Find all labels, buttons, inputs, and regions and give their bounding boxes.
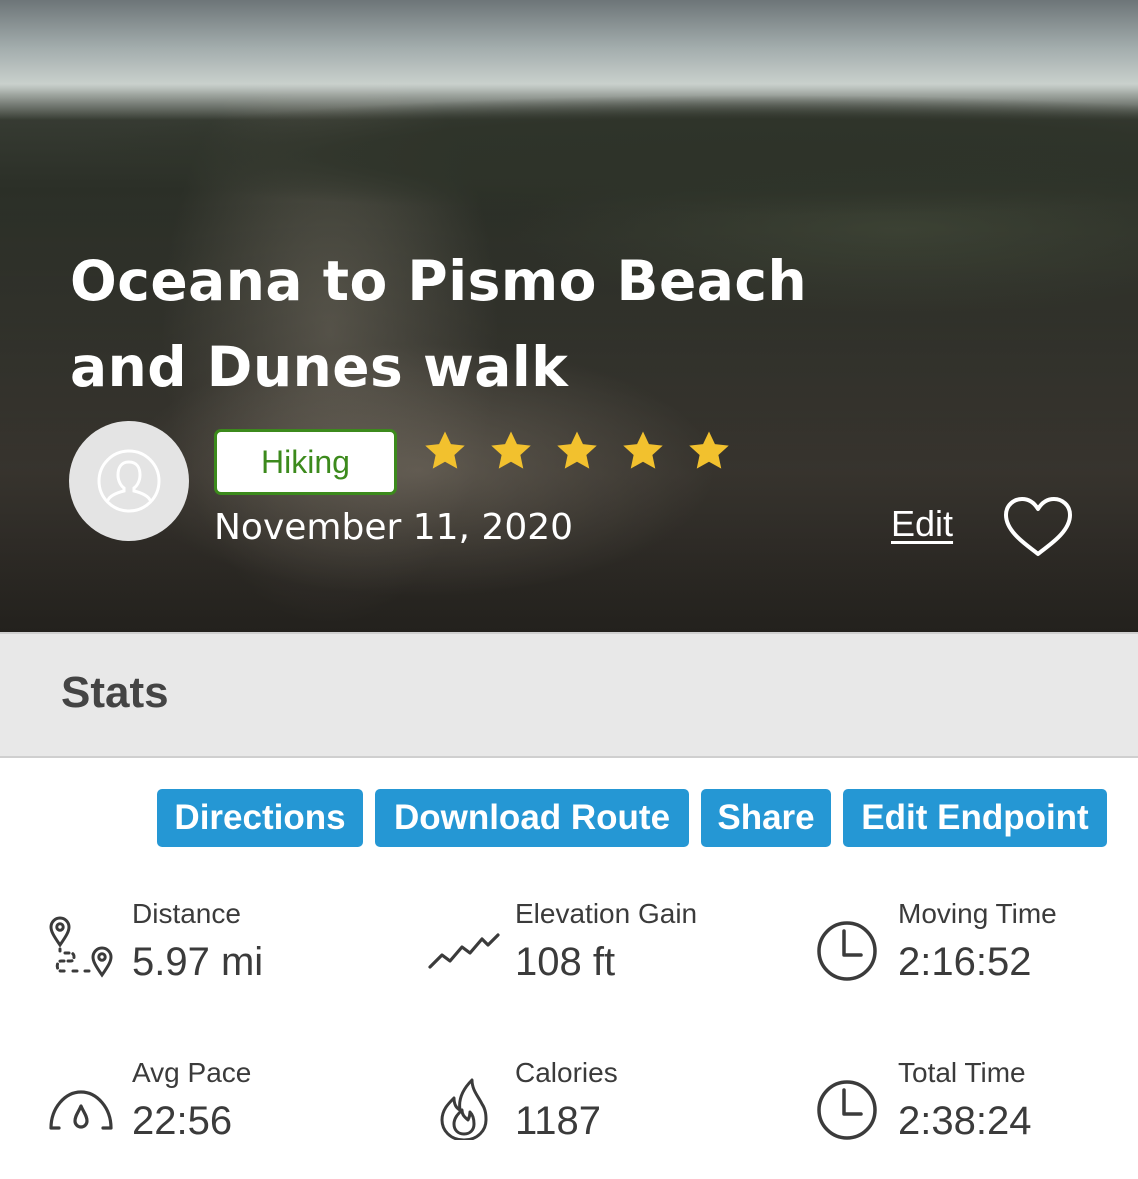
edit-endpoint-button[interactable]: Edit Endpoint xyxy=(843,789,1107,847)
hero-banner: Oceana to Pismo Beach and Dunes walk Hik… xyxy=(0,0,1138,632)
star-icon[interactable] xyxy=(488,428,534,474)
activity-date: November 11, 2020 xyxy=(214,507,574,548)
calories-label: Calories xyxy=(515,1057,618,1088)
stat-total-time: Total Time 2:38:24 xyxy=(811,1058,1138,1158)
star-icon[interactable] xyxy=(686,428,732,474)
stat-elevation-gain: Elevation Gain 108 ft xyxy=(428,899,788,999)
route-title: Oceana to Pismo Beach and Dunes walk xyxy=(70,249,808,399)
elevation-gain-value: 108 ft xyxy=(515,940,616,984)
rating-stars[interactable] xyxy=(422,428,732,474)
clock-icon xyxy=(817,1080,877,1140)
route-icon xyxy=(49,916,113,978)
total-time-value: 2:38:24 xyxy=(898,1099,1032,1143)
avg-pace-value: 22:56 xyxy=(132,1099,233,1143)
stat-calories: Calories 1187 xyxy=(428,1058,788,1158)
avg-pace-label: Avg Pace xyxy=(132,1057,252,1088)
edit-link[interactable]: Edit xyxy=(891,503,953,545)
avatar[interactable] xyxy=(69,421,189,541)
heart-icon[interactable] xyxy=(1000,494,1076,560)
elevation-gain-label: Elevation Gain xyxy=(515,898,698,929)
stats-title: Stats xyxy=(61,668,169,717)
stat-avg-pace: Avg Pace 22:56 xyxy=(45,1058,405,1158)
moving-time-value: 2:16:52 xyxy=(898,940,1032,984)
action-buttons: Directions Download Route Share Edit End… xyxy=(0,789,1138,847)
share-button[interactable]: Share xyxy=(701,789,831,847)
elevation-icon xyxy=(428,933,500,969)
speedometer-icon xyxy=(49,1090,113,1130)
distance-label: Distance xyxy=(132,898,241,929)
user-icon xyxy=(97,449,161,513)
star-icon[interactable] xyxy=(554,428,600,474)
moving-time-label: Moving Time xyxy=(898,898,1057,929)
flame-icon xyxy=(440,1078,488,1140)
download-route-button[interactable]: Download Route xyxy=(375,789,689,847)
star-icon[interactable] xyxy=(620,428,666,474)
activity-type-badge: Hiking xyxy=(214,429,397,495)
stat-distance: Distance 5.97 mi xyxy=(45,899,405,999)
stat-moving-time: Moving Time 2:16:52 xyxy=(811,899,1138,999)
star-icon[interactable] xyxy=(422,428,468,474)
total-time-label: Total Time xyxy=(898,1057,1026,1088)
distance-value: 5.97 mi xyxy=(132,940,264,984)
directions-button[interactable]: Directions xyxy=(157,789,363,847)
clock-icon xyxy=(817,921,877,981)
calories-value: 1187 xyxy=(515,1099,602,1143)
stats-section-header: Stats xyxy=(0,632,1138,758)
